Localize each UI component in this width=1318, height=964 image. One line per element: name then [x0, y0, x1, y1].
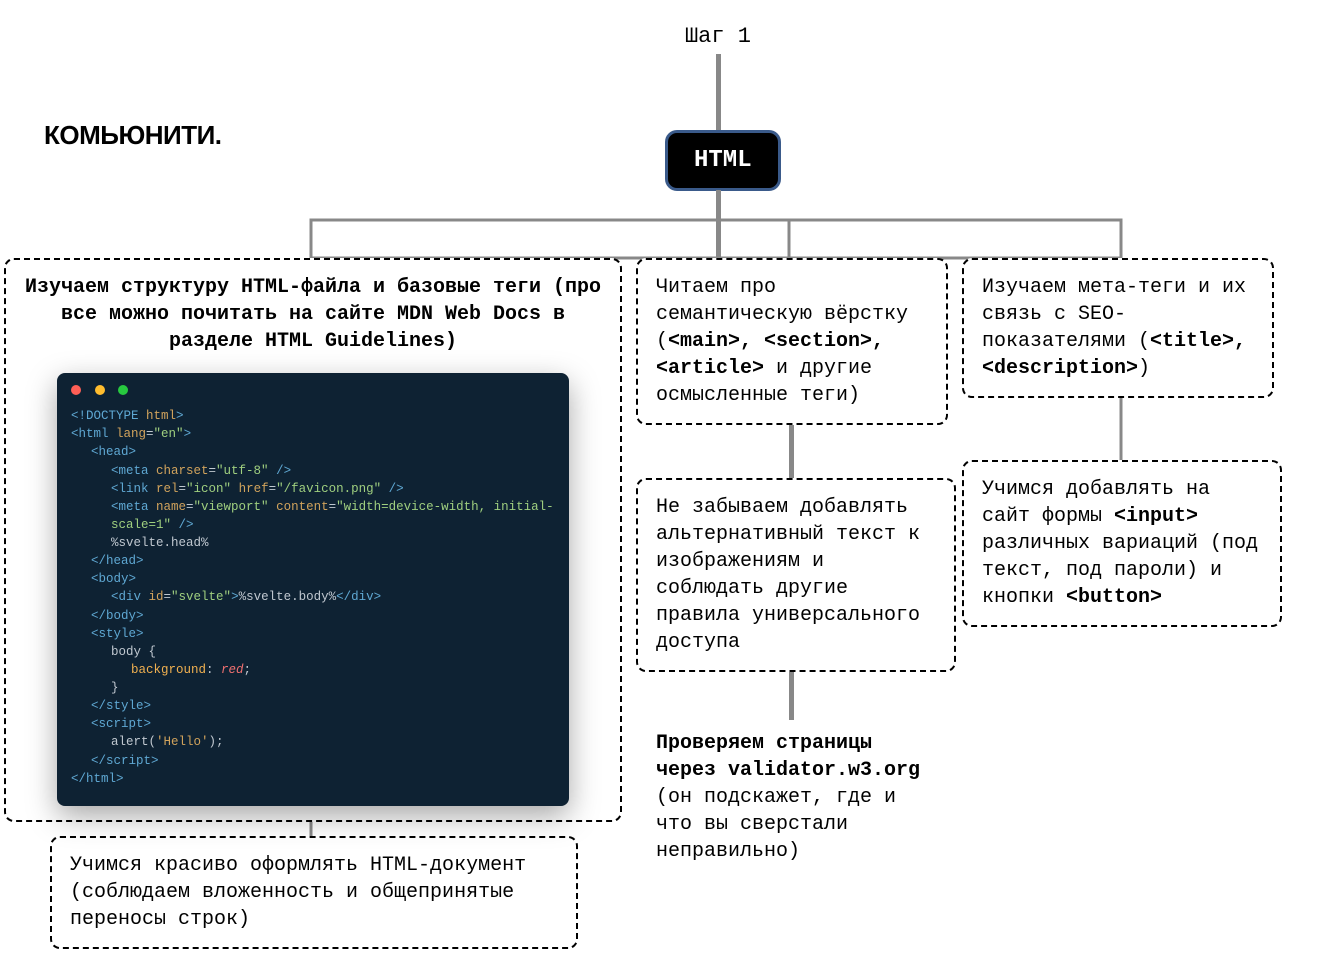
code-line: <head> [71, 443, 555, 461]
code-line: </body> [71, 607, 555, 625]
connector-line [716, 190, 721, 258]
node-validator: Проверяем страницы через validator.w3.or… [648, 730, 930, 865]
node-semantic-markup: Читаем про семантическую вёрстку (<main>… [636, 258, 948, 425]
code-line: <!DOCTYPE html> [71, 407, 555, 425]
node-structure-and-tags: Изучаем структуру HTML-файла и базовые т… [4, 258, 622, 822]
code-editor-preview: <!DOCTYPE html> <html lang="en"> <head> … [57, 373, 569, 806]
close-icon [71, 385, 81, 395]
code-line: </style> [71, 697, 555, 715]
code-line: </script> [71, 752, 555, 770]
tag-input: <input> [1114, 505, 1198, 528]
tag-button: <button> [1066, 586, 1162, 609]
minimize-icon [95, 385, 105, 395]
node-accessibility: Не забываем добавлять альтернативный тек… [636, 478, 956, 672]
code-line: <meta charset="utf-8" /> [71, 462, 555, 480]
code-line: </head> [71, 552, 555, 570]
code-line: <link rel="icon" href="/favicon.png" /> [71, 480, 555, 498]
code-line: %svelte.head% [71, 534, 555, 552]
code-line: background: red; [71, 661, 555, 679]
code-line: } [71, 679, 555, 697]
node-title: Изучаем структуру HTML-файла и базовые т… [24, 274, 602, 355]
code-line: <meta name="viewport" content="width=dev… [71, 498, 555, 534]
node-forms: Учимся добавлять на сайт формы <input> р… [962, 460, 1282, 627]
code-line: body { [71, 643, 555, 661]
code-line: <div id="svelte">%svelte.body%</div> [71, 588, 555, 606]
node-html: HTML [665, 130, 781, 191]
validator-title: Проверяем страницы через validator.w3.or… [656, 732, 920, 782]
code-line: </html> [71, 770, 555, 788]
brand-logo: КОМЬЮНИТИ. [44, 120, 222, 151]
step-label: Шаг 1 [678, 24, 758, 49]
code-line: <body> [71, 570, 555, 588]
connector-line [716, 54, 721, 130]
code-line: alert('Hello'); [71, 733, 555, 751]
code-line: <script> [71, 715, 555, 733]
maximize-icon [118, 385, 128, 395]
code-line: <style> [71, 625, 555, 643]
node-meta-seo: Изучаем мета-теги и их связь с SEO-показ… [962, 258, 1274, 398]
text-run: ) [1138, 357, 1150, 380]
code-line: <html lang="en"> [71, 425, 555, 443]
validator-rest: (он подскажет, где и что вы сверстали не… [656, 786, 896, 863]
node-formatting: Учимся красиво оформлять HTML-документ (… [50, 836, 578, 949]
window-controls [71, 383, 555, 401]
